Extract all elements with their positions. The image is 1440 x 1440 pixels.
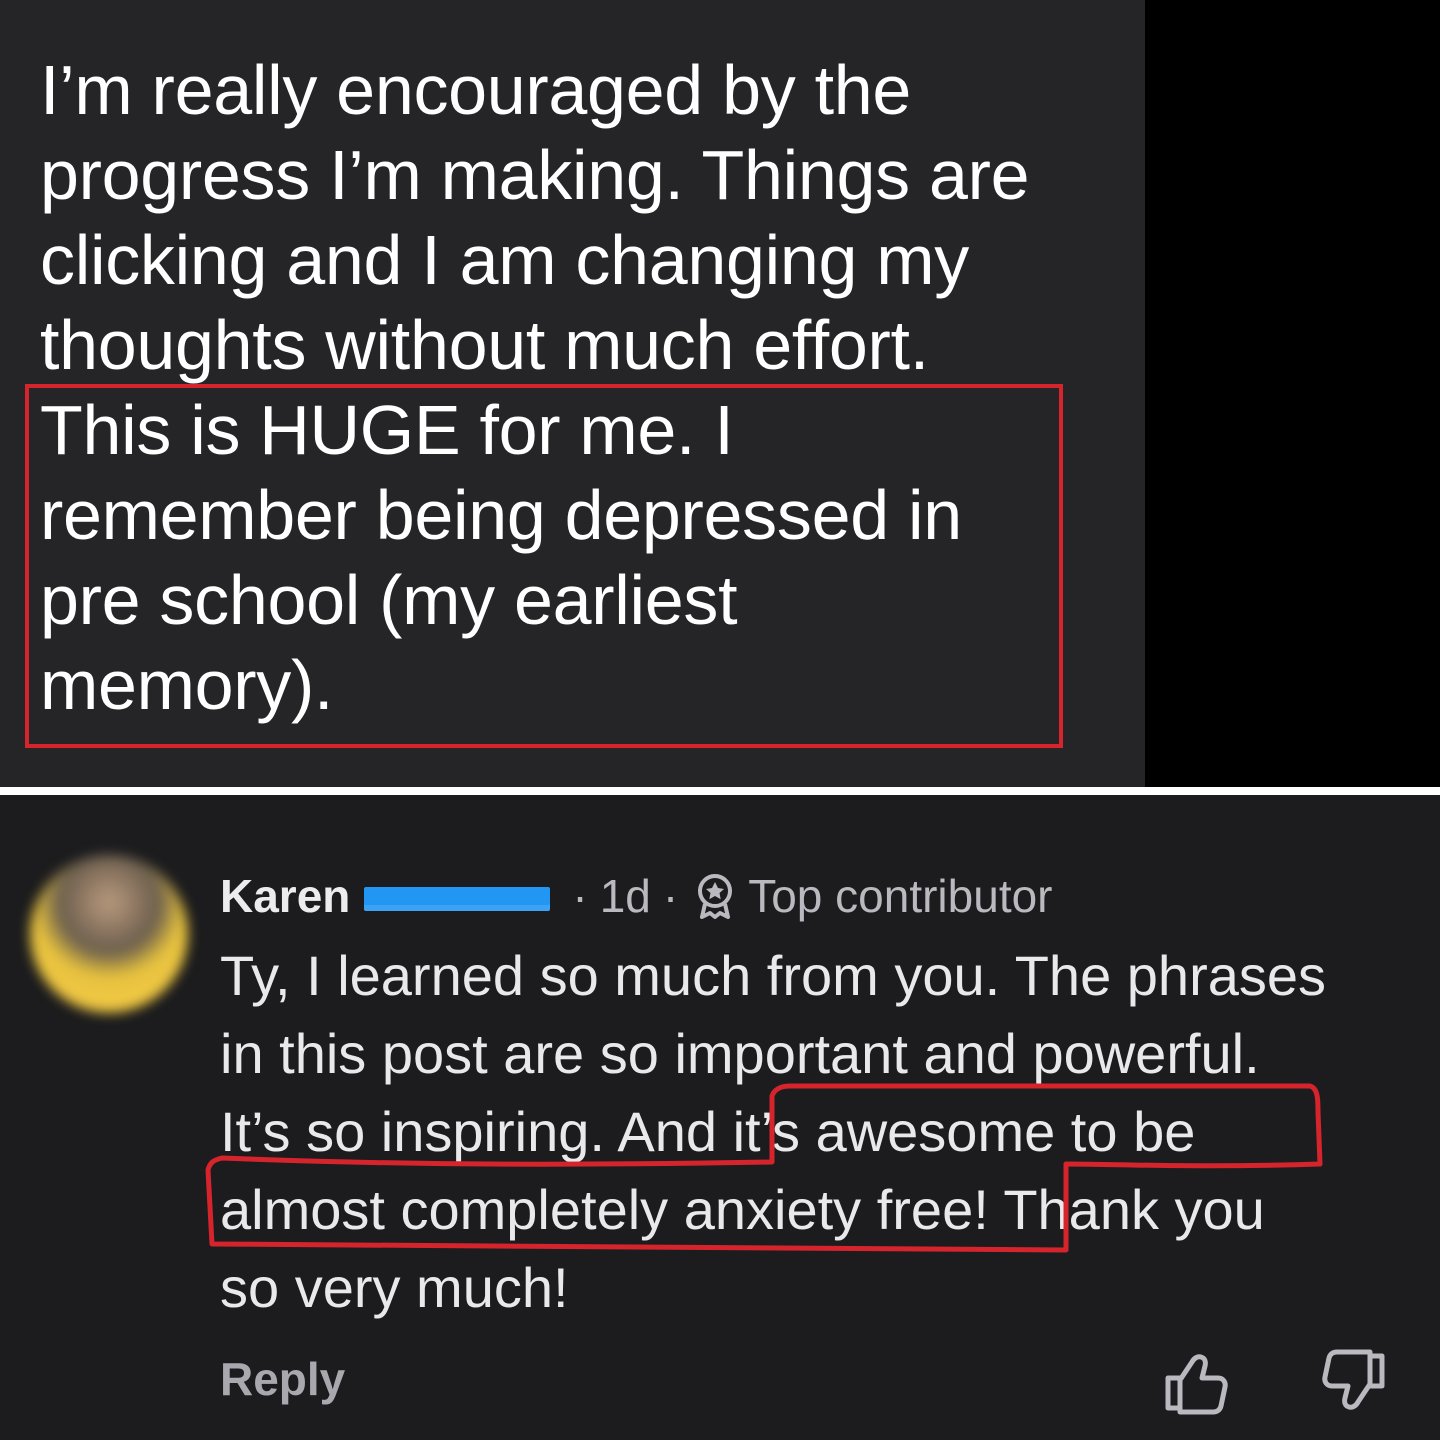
redaction-bar xyxy=(364,887,551,911)
thumbs-up-icon[interactable] xyxy=(1160,1346,1232,1418)
comment-line: in this post are so important and powerf… xyxy=(220,1022,1260,1085)
badge-label: Top contributor xyxy=(748,870,1053,922)
thumbs-down-icon[interactable] xyxy=(1318,1346,1390,1418)
meta-separator: · xyxy=(662,870,679,922)
comment-line: Ty, I learned so much from you. The phra… xyxy=(220,944,1326,1007)
post-line: thoughts without much effort. xyxy=(40,306,929,384)
reply-button[interactable]: Reply xyxy=(220,1352,345,1406)
comment-time: 1d xyxy=(599,870,651,922)
post-panel: I’m really encouraged by the progress I’… xyxy=(0,0,1145,787)
avatar[interactable] xyxy=(30,855,188,1013)
comment-line: It’s so inspiring. And it’s awesome to b… xyxy=(220,1100,1196,1163)
author-name[interactable]: Karen xyxy=(220,869,350,923)
award-ribbon-icon xyxy=(698,874,733,919)
image-divider xyxy=(0,787,1440,795)
comment-meta: Karen · 1d · Top contributor xyxy=(220,866,1053,926)
highlight-annotation-box xyxy=(25,384,1063,748)
comment-text: Ty, I learned so much from you. The phra… xyxy=(220,937,1420,1327)
comment-line: so very much! xyxy=(220,1256,569,1319)
post-line: clicking and I am changing my xyxy=(40,221,969,299)
post-line: progress I’m making. Things are xyxy=(40,136,1030,214)
comment-line: almost completely anxiety free! Thank yo… xyxy=(220,1178,1265,1241)
black-margin xyxy=(1145,0,1440,787)
meta-separator: · xyxy=(572,870,588,922)
post-line: I’m really encouraged by the xyxy=(40,51,911,129)
